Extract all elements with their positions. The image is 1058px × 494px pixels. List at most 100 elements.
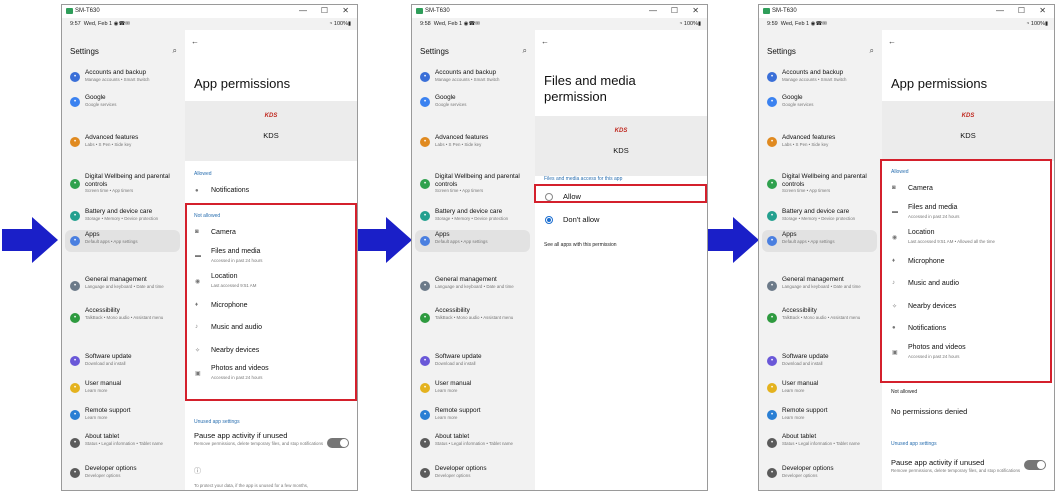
settings-item-title: General management xyxy=(85,276,147,283)
software-update-icon: • xyxy=(70,356,80,366)
settings-header: Settings xyxy=(420,47,449,56)
settings-item-accounts-and-backup[interactable]: • Accounts and backup Manage accounts • Sm… xyxy=(415,68,530,86)
developer-options-icon: • xyxy=(70,468,80,478)
close-button[interactable]: ✕ xyxy=(342,6,349,15)
search-icon[interactable]: ⌕ xyxy=(523,46,527,56)
permission-notifications[interactable]: ● Notifications xyxy=(185,182,357,202)
pause-activity-title: Pause app activity if unused xyxy=(891,458,985,467)
user-manual-icon: • xyxy=(70,383,80,393)
bell-icon: ● xyxy=(195,188,199,194)
settings-item-accessibility[interactable]: • Accessibility TalkBack • Mono audio • As… xyxy=(415,306,530,330)
settings-item-apps[interactable]: • Apps Default apps • App settings xyxy=(762,230,877,252)
about-tablet-icon: • xyxy=(420,438,430,448)
settings-item-remote-support[interactable]: • Remote support Learn more xyxy=(65,406,180,424)
settings-item-battery-and-device-care[interactable]: • Battery and device care Storage • Memory… xyxy=(415,207,530,225)
settings-item-title: Remote support xyxy=(435,407,481,414)
settings-item-about-tablet[interactable]: • About tablet Status • Legal information … xyxy=(65,432,180,454)
tablet-window-1: SM-T630 — ☐ ✕ 9:57 Wed, Feb 1 ◉☎✉ ◔ 100%… xyxy=(61,4,358,491)
close-button[interactable]: ✕ xyxy=(692,6,699,15)
settings-item-subtitle: Learn more xyxy=(85,415,108,420)
settings-item-general-management[interactable]: • General management Language and keyboard… xyxy=(65,275,180,297)
settings-item-accessibility[interactable]: • Accessibility TalkBack • Mono audio • As… xyxy=(762,306,877,330)
settings-item-general-management[interactable]: • General management Language and keyboard… xyxy=(762,275,877,297)
settings-item-about-tablet[interactable]: • About tablet Status • Legal information … xyxy=(762,432,877,454)
window-titlebar: SM-T630 — ☐ ✕ xyxy=(759,5,1054,18)
settings-item-apps[interactable]: • Apps Default apps • App settings xyxy=(65,230,180,252)
google-icon: • xyxy=(420,97,430,107)
status-date: Wed, Feb 1 xyxy=(433,21,463,27)
settings-item-apps[interactable]: • Apps Default apps • App settings xyxy=(415,230,530,252)
settings-item-developer-options[interactable]: • Developer options Developer options xyxy=(415,464,530,482)
settings-item-digital-wellbeing-and-parental-controls[interactable]: • Digital Wellbeing and parental controls… xyxy=(65,172,180,196)
settings-item-advanced-features[interactable]: • Advanced features Labs • S Pen • Side ke… xyxy=(762,133,877,151)
app-info-box: KDS KDS xyxy=(882,101,1054,161)
minimize-button[interactable]: — xyxy=(649,6,657,15)
dont-allow-radio[interactable] xyxy=(545,216,553,224)
settings-item-software-update[interactable]: • Software update Download and install xyxy=(415,352,530,370)
settings-item-digital-wellbeing-and-parental-controls[interactable]: • Digital Wellbeing and parental controls… xyxy=(415,172,530,196)
settings-item-accounts-and-backup[interactable]: • Accounts and backup Manage accounts • Sm… xyxy=(762,68,877,86)
settings-item-user-manual[interactable]: • User manual Learn more xyxy=(65,379,180,397)
settings-item-subtitle: Labs • S Pen • Side key xyxy=(85,142,132,147)
minimize-button[interactable]: — xyxy=(299,6,307,15)
settings-item-software-update[interactable]: • Software update Download and install xyxy=(65,352,180,370)
settings-item-software-update[interactable]: • Software update Download and install xyxy=(762,352,877,370)
settings-item-title: Accessibility xyxy=(782,307,817,314)
settings-item-google[interactable]: • Google Google services xyxy=(65,93,180,111)
maximize-button[interactable]: ☐ xyxy=(671,6,678,15)
search-icon[interactable]: ⌕ xyxy=(870,46,874,56)
settings-item-advanced-features[interactable]: • Advanced features Labs • S Pen • Side ke… xyxy=(65,133,180,151)
settings-item-battery-and-device-care[interactable]: • Battery and device care Storage • Memory… xyxy=(762,207,877,225)
window-titlebar: SM-T630 — ☐ ✕ xyxy=(62,5,357,18)
status-time: 9:57 xyxy=(70,21,81,27)
user-manual-icon: • xyxy=(767,383,777,393)
settings-item-google[interactable]: • Google Google services xyxy=(762,93,877,111)
pause-activity-toggle[interactable] xyxy=(327,438,349,448)
app-window-icon xyxy=(416,8,423,14)
settings-item-title: Remote support xyxy=(85,407,131,414)
minimize-button[interactable]: — xyxy=(996,6,1004,15)
settings-item-title: Battery and device care xyxy=(782,208,850,215)
settings-item-accounts-and-backup[interactable]: • Accounts and backup Manage accounts • Sm… xyxy=(65,68,180,86)
settings-item-accessibility[interactable]: • Accessibility TalkBack • Mono audio • As… xyxy=(65,306,180,330)
section-not-allowed: Not allowed xyxy=(891,389,918,395)
settings-item-user-manual[interactable]: • User manual Learn more xyxy=(415,379,530,397)
kds-logo: KDS xyxy=(961,113,975,119)
maximize-button[interactable]: ☐ xyxy=(1018,6,1025,15)
settings-item-remote-support[interactable]: • Remote support Learn more xyxy=(762,406,877,424)
highlight-box xyxy=(880,159,1052,383)
settings-item-title: General management xyxy=(435,276,497,283)
back-arrow-icon[interactable]: ← xyxy=(541,37,549,46)
notification-icons: ◉☎✉ xyxy=(463,21,480,27)
settings-item-developer-options[interactable]: • Developer options Developer options xyxy=(65,464,180,482)
dont-allow-option[interactable]: Don't allow xyxy=(535,210,707,230)
settings-item-title: About tablet xyxy=(435,433,470,440)
settings-item-about-tablet[interactable]: • About tablet Status • Legal information … xyxy=(415,432,530,454)
see-all-apps-link[interactable]: See all apps with this permission xyxy=(544,242,617,248)
settings-item-google[interactable]: • Google Google services xyxy=(415,93,530,111)
settings-item-digital-wellbeing-and-parental-controls[interactable]: • Digital Wellbeing and parental controls… xyxy=(762,172,877,196)
permission-label: Notifications xyxy=(211,187,250,194)
no-permissions-denied: No permissions denied xyxy=(891,407,968,416)
settings-item-subtitle: Storage • Memory • Device protection xyxy=(782,216,856,221)
settings-item-subtitle: Labs • S Pen • Side key xyxy=(782,142,829,147)
back-arrow-icon[interactable]: ← xyxy=(888,37,896,46)
apps-icon: • xyxy=(70,236,80,246)
settings-item-title: Battery and device care xyxy=(435,208,503,215)
search-icon[interactable]: ⌕ xyxy=(173,46,177,56)
settings-item-user-manual[interactable]: • User manual Learn more xyxy=(762,379,877,397)
settings-item-battery-and-device-care[interactable]: • Battery and device care Storage • Memory… xyxy=(65,207,180,225)
settings-item-subtitle: Learn more xyxy=(85,388,108,393)
kds-logo: KDS xyxy=(264,113,278,119)
back-arrow-icon[interactable]: ← xyxy=(191,37,199,46)
settings-item-developer-options[interactable]: • Developer options Developer options xyxy=(762,464,877,482)
battery-icon: • xyxy=(420,211,430,221)
access-header: Files and media access for this app xyxy=(544,176,623,182)
close-button[interactable]: ✕ xyxy=(1039,6,1046,15)
status-bar: 9:59 Wed, Feb 1 ◉☎✉ ◔ 100%▮ xyxy=(759,18,1054,30)
settings-item-advanced-features[interactable]: • Advanced features Labs • S Pen • Side ke… xyxy=(415,133,530,151)
maximize-button[interactable]: ☐ xyxy=(321,6,328,15)
settings-item-remote-support[interactable]: • Remote support Learn more xyxy=(415,406,530,424)
pause-activity-toggle[interactable] xyxy=(1024,460,1046,470)
settings-item-general-management[interactable]: • General management Language and keyboard… xyxy=(415,275,530,297)
